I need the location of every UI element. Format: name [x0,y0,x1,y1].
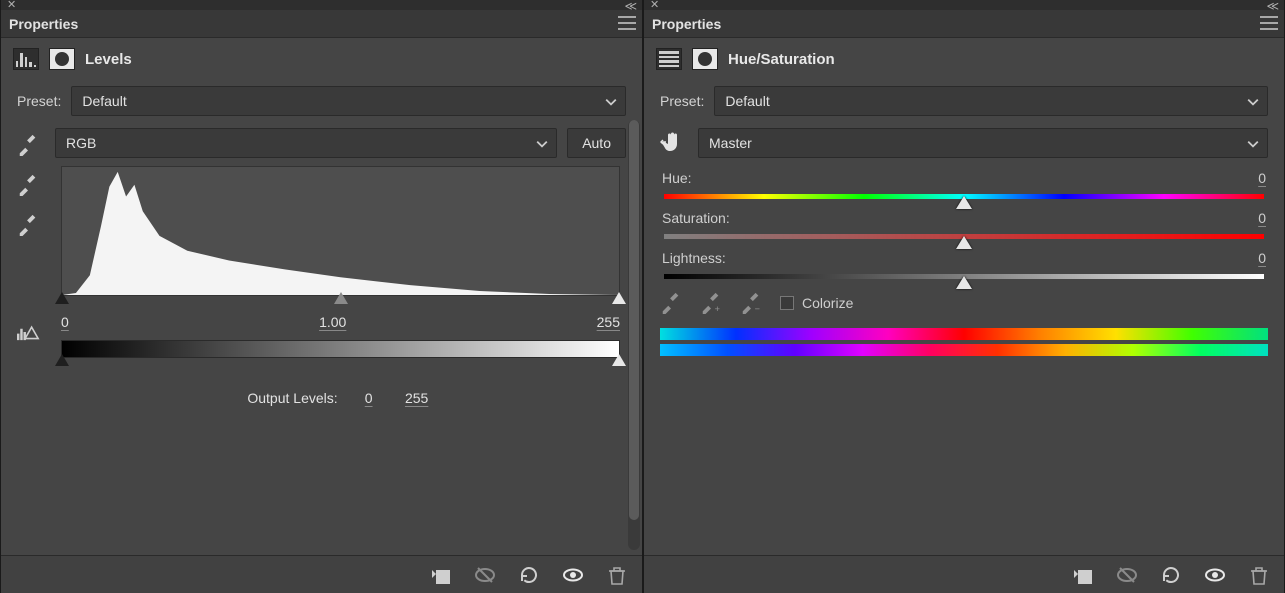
channel-value: RGB [66,135,96,151]
panel-menu-icon[interactable] [1260,16,1278,30]
trash-icon[interactable] [606,564,628,586]
input-black-value[interactable]: 0 [61,314,69,330]
channel-select[interactable]: RGB [55,128,557,158]
sample-eyedropper-icon[interactable] [660,292,682,314]
adjustment-name: Hue/Saturation [728,51,835,68]
reset-icon[interactable] [518,564,540,586]
adjustment-header: Levels [1,38,642,80]
panel-menu-icon[interactable] [618,16,636,30]
output-white-value[interactable]: 255 [400,390,434,406]
input-color-strip [660,328,1268,340]
white-point-eyedropper-icon[interactable] [17,214,39,236]
preset-select[interactable]: Default [71,86,626,116]
lightness-slider[interactable] [664,272,1264,282]
color-range-strips [660,328,1268,356]
preset-label: Preset: [17,93,61,109]
panel-footer [644,555,1284,593]
input-gamma-slider[interactable] [334,292,348,304]
panel-header: Properties [644,10,1284,38]
chevron-down-icon [605,95,617,111]
layer-mask-icon[interactable] [49,48,75,70]
hue-saturation-icon [656,48,682,70]
output-levels-label: Output Levels: [247,390,337,406]
hue-label: Hue: [662,170,692,186]
lightness-value[interactable]: 0 [1258,250,1266,266]
panel-body: Preset: Default Master Hue: 0 [644,80,1284,555]
saturation-value[interactable]: 0 [1258,210,1266,226]
panel-footer [1,555,642,593]
add-to-sample-eyedropper-icon[interactable]: + [700,292,722,314]
visibility-eye-icon[interactable] [1204,564,1226,586]
output-gradient [61,340,620,358]
output-slider-track[interactable] [61,358,620,372]
reset-icon[interactable] [1160,564,1182,586]
visibility-eye-icon[interactable] [562,564,584,586]
preset-value: Default [82,93,126,109]
output-black-slider[interactable] [55,354,69,366]
clip-to-layer-icon[interactable] [1072,564,1094,586]
panel-tabbar: ✕ ≪ [1,0,642,10]
lightness-label: Lightness: [662,250,726,266]
saturation-label: Saturation: [662,210,730,226]
panel-title: Properties [652,16,721,32]
output-color-strip [660,344,1268,356]
svg-text:−: − [755,304,760,314]
input-white-value[interactable]: 255 [597,314,620,330]
output-white-slider[interactable] [612,354,626,366]
edit-range-select[interactable]: Master [698,128,1268,158]
hue-value[interactable]: 0 [1258,170,1266,186]
trash-icon[interactable] [1248,564,1270,586]
panel-body: Preset: Default [1,80,642,555]
auto-button[interactable]: Auto [567,128,626,158]
view-previous-state-icon[interactable] [1116,564,1138,586]
chevron-down-icon [1247,95,1259,111]
preset-label: Preset: [660,93,704,109]
properties-panel-levels: ✕ ≪ Properties Levels Preset: Default [0,0,643,593]
black-point-eyedropper-icon[interactable] [17,134,39,156]
panel-tabbar: ✕ ≪ [644,0,1284,10]
adjustment-header: Hue/Saturation [644,38,1284,80]
colorize-label: Colorize [802,295,853,311]
hue-slider[interactable] [664,192,1264,202]
hue-slider-thumb[interactable] [956,196,972,209]
histogram-display [61,166,620,296]
panel-scrollbar[interactable] [628,120,640,550]
clip-warning-icon[interactable] [17,322,43,342]
output-black-value[interactable]: 0 [352,390,386,406]
chevron-down-icon [536,137,548,153]
adjustment-name: Levels [85,51,132,68]
levels-icon [13,48,39,70]
input-white-slider[interactable] [612,292,626,304]
saturation-slider[interactable] [664,232,1264,242]
input-gamma-value[interactable]: 1.00 [319,314,346,330]
layer-mask-icon[interactable] [692,48,718,70]
input-slider-track[interactable] [61,296,620,310]
panel-header: Properties [1,10,642,38]
targeted-adjust-hand-icon[interactable] [660,130,688,157]
preset-select[interactable]: Default [714,86,1268,116]
properties-panel-hue-saturation: ✕ ≪ Properties Hue/Saturation Preset: De… [643,0,1285,593]
view-previous-state-icon[interactable] [474,564,496,586]
lightness-slider-thumb[interactable] [956,276,972,289]
chevron-down-icon [1247,137,1259,153]
subtract-from-sample-eyedropper-icon[interactable]: − [740,292,762,314]
clip-to-layer-icon[interactable] [430,564,452,586]
edit-range-value: Master [709,135,752,151]
input-black-slider[interactable] [55,292,69,304]
saturation-slider-thumb[interactable] [956,236,972,249]
svg-text:+: + [715,304,720,314]
gray-point-eyedropper-icon[interactable] [17,174,39,196]
preset-value: Default [725,93,769,109]
colorize-checkbox[interactable] [780,296,794,310]
panel-title: Properties [9,16,78,32]
